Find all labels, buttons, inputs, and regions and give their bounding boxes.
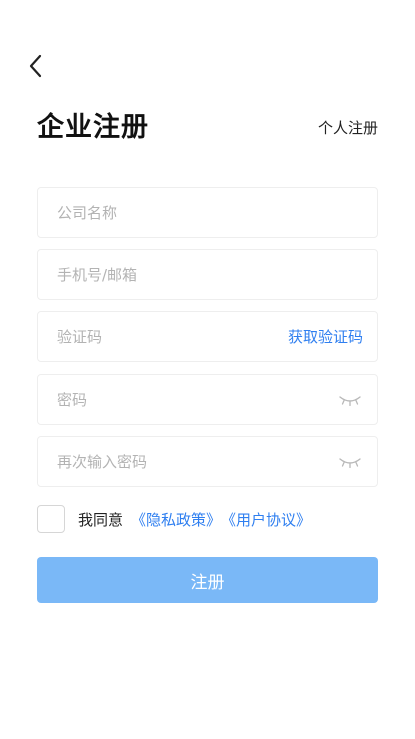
account-field	[37, 249, 378, 300]
password-input[interactable]	[57, 375, 337, 424]
verification-code-input[interactable]	[57, 312, 280, 361]
register-button[interactable]: 注册	[37, 557, 378, 603]
account-input[interactable]	[57, 250, 363, 299]
password-field	[37, 374, 378, 425]
verification-code-field: 获取验证码	[37, 311, 378, 362]
confirm-password-field	[37, 436, 378, 487]
password-visibility-toggle[interactable]	[337, 392, 363, 408]
enterprise-register-page: 企业注册 个人注册 获取验证码	[0, 0, 415, 739]
privacy-policy-link[interactable]: 《隐私政策》	[131, 509, 221, 530]
confirm-password-input[interactable]	[57, 437, 337, 486]
agreement-checkbox[interactable]	[37, 505, 65, 533]
get-code-button[interactable]: 获取验证码	[280, 326, 363, 347]
back-button[interactable]	[22, 50, 50, 82]
agreement-row: 我同意 《隐私政策》 《用户协议》	[37, 505, 311, 533]
eye-closed-icon	[339, 395, 361, 406]
company-name-input[interactable]	[57, 188, 363, 237]
company-name-field	[37, 187, 378, 238]
confirm-password-visibility-toggle[interactable]	[337, 454, 363, 470]
agreement-text: 我同意	[78, 510, 124, 529]
user-agreement-link[interactable]: 《用户协议》	[221, 509, 311, 530]
page-title: 企业注册	[37, 112, 149, 143]
personal-register-link[interactable]: 个人注册	[318, 117, 378, 139]
chevron-left-icon	[29, 54, 42, 78]
eye-closed-icon	[339, 457, 361, 468]
